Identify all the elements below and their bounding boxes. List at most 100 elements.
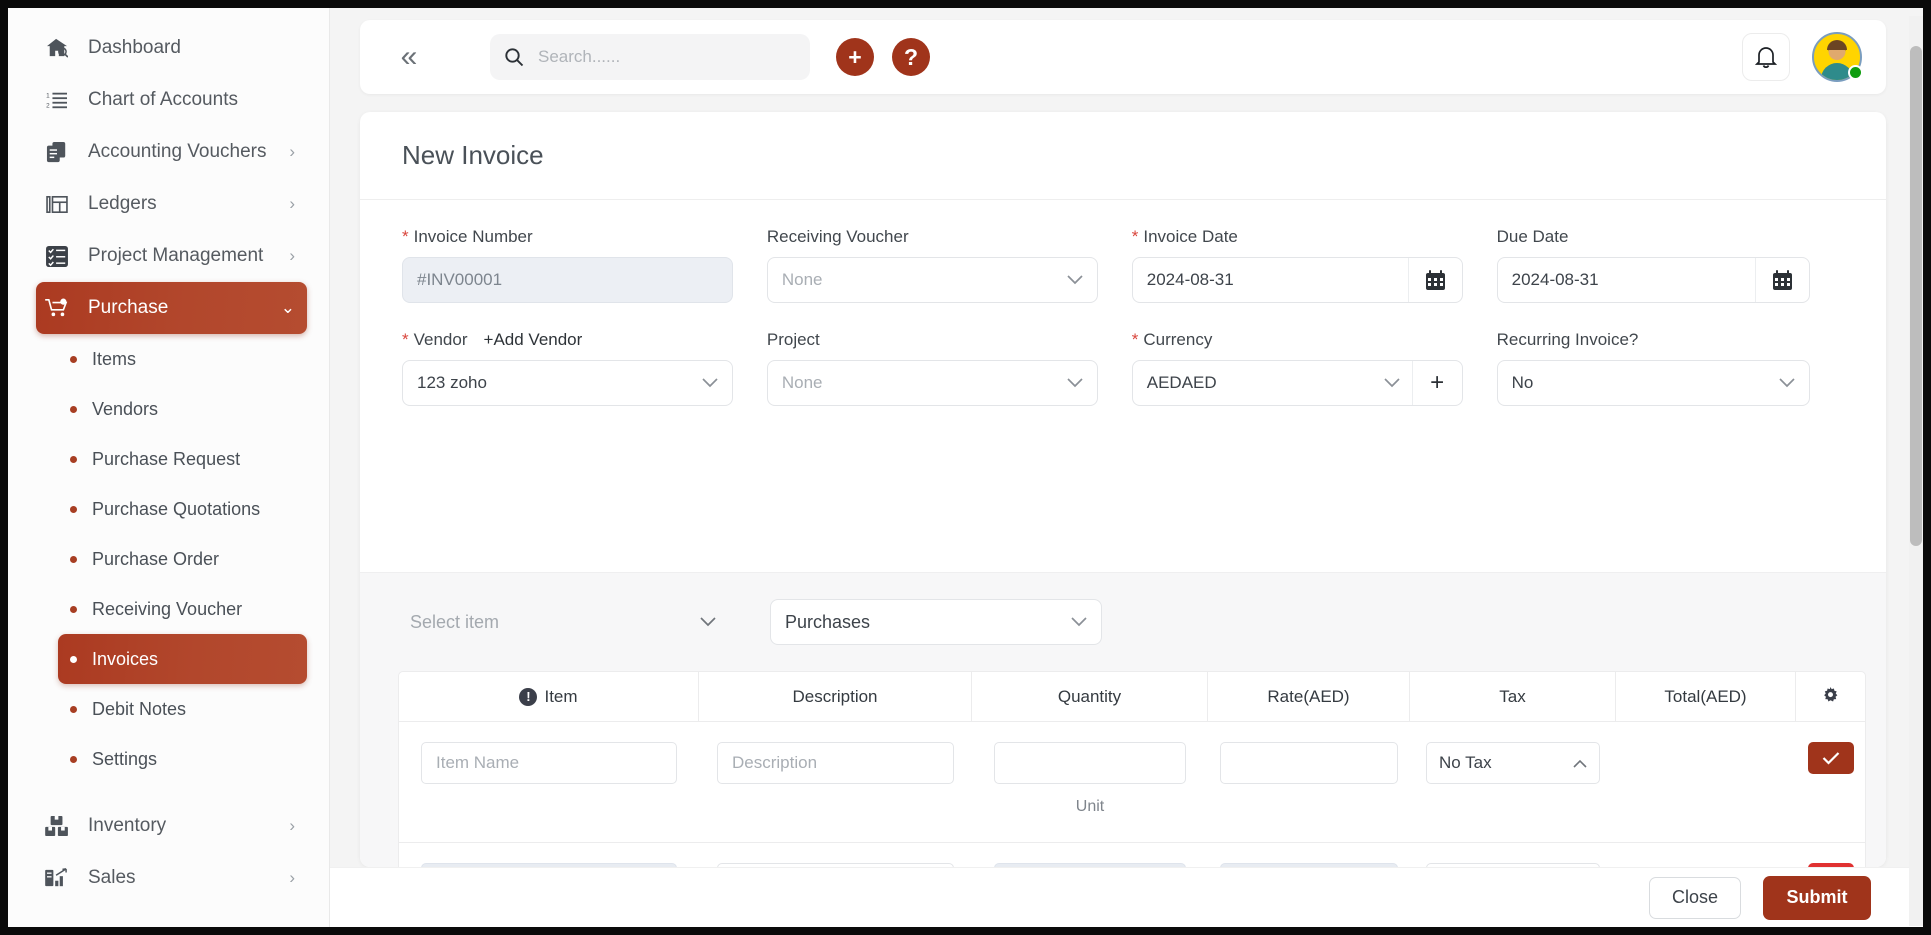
currency-select[interactable]: AED AED + bbox=[1131, 360, 1463, 406]
search-icon bbox=[504, 47, 524, 67]
row-item-cell: Item Name bbox=[399, 722, 699, 842]
due-date-value: 2024-08-31 bbox=[1511, 270, 1599, 289]
tax-select[interactable]: No Tax bbox=[1426, 742, 1600, 784]
boxes-icon bbox=[42, 813, 72, 839]
avatar-wrapper[interactable] bbox=[1790, 32, 1863, 82]
row-action-cell bbox=[1796, 843, 1865, 867]
receiving-voucher-select[interactable]: None bbox=[766, 257, 1098, 303]
notifications-button[interactable] bbox=[1742, 33, 1790, 81]
row-total-cell: AED9,171.00 bbox=[1616, 843, 1796, 867]
screen-root: Dashboard 1 2 Chart of Accounts Accounti… bbox=[0, 0, 1931, 935]
sidebar-item-label: Inventory bbox=[88, 815, 167, 836]
row-description-cell: Description bbox=[699, 722, 972, 842]
calendar-icon[interactable] bbox=[1754, 258, 1809, 302]
invoice-date-label: Invoice Date bbox=[1143, 227, 1238, 246]
sidebar-subitem-vendors[interactable]: Vendors bbox=[58, 384, 307, 434]
svg-text:1: 1 bbox=[46, 92, 50, 99]
scrollbar-thumb[interactable] bbox=[1910, 46, 1922, 546]
due-date-label-wrap: Due Date bbox=[1497, 226, 1810, 248]
sidebar-item-accounting-vouchers[interactable]: Accounting Vouchers › bbox=[36, 126, 307, 178]
add-currency-button[interactable]: + bbox=[1411, 361, 1462, 405]
rate-input[interactable] bbox=[1220, 742, 1398, 784]
currency-sub-value: AED bbox=[1181, 373, 1217, 392]
sidebar-item-label: Sales bbox=[88, 867, 136, 888]
description-input[interactable]: Description bbox=[717, 742, 954, 784]
field-due-date: Due Date 2024-08-31 bbox=[1496, 226, 1810, 303]
bullet-dot-icon bbox=[70, 605, 77, 613]
sidebar-subitem-purchase-order[interactable]: Purchase Order bbox=[58, 534, 307, 584]
help-button[interactable]: ? bbox=[892, 38, 930, 76]
invoice-number-label-wrap: * Invoice Number bbox=[402, 226, 733, 248]
table-row: Keyboard Description 3 bbox=[399, 842, 1865, 867]
sidebar-item-sales[interactable]: Sales › bbox=[36, 852, 307, 904]
sidebar-subitem-receiving-voucher[interactable]: Receiving Voucher bbox=[58, 584, 307, 634]
sidebar-item-ledgers[interactable]: Ledgers › bbox=[36, 178, 307, 230]
new-invoice-card: New Invoice * Invoice Number #INV00001 R… bbox=[360, 112, 1886, 867]
account-type-select[interactable]: Purchases bbox=[770, 599, 1102, 645]
sidebar-item-inventory[interactable]: Inventory › bbox=[36, 800, 307, 852]
sidebar-item-label: Chart of Accounts bbox=[88, 89, 238, 110]
online-status-dot bbox=[1848, 65, 1863, 80]
sidebar-subitem-purchase-quotations[interactable]: Purchase Quotations bbox=[58, 484, 307, 534]
avatar-hair bbox=[1827, 40, 1847, 50]
confirm-row-button[interactable] bbox=[1807, 742, 1854, 774]
add-new-button[interactable]: + bbox=[836, 38, 874, 76]
invoice-number-input[interactable]: #INV00001 bbox=[402, 257, 733, 303]
chevron-right-icon: › bbox=[289, 142, 295, 161]
bullet-dot-icon bbox=[70, 505, 77, 513]
row-total-cell bbox=[1616, 722, 1796, 842]
sidebar-item-chart-of-accounts[interactable]: 1 2 Chart of Accounts bbox=[36, 74, 307, 126]
home-search-icon bbox=[42, 35, 72, 61]
item-name-input[interactable]: Item Name bbox=[421, 742, 677, 784]
item-name-placeholder: Item Name bbox=[436, 753, 520, 772]
required-asterisk: * bbox=[1131, 227, 1139, 246]
project-select[interactable]: None bbox=[766, 360, 1098, 406]
close-button[interactable]: Close bbox=[1649, 876, 1741, 919]
svg-text:2: 2 bbox=[46, 102, 50, 109]
bullet-dot-icon bbox=[70, 405, 77, 413]
vertical-scrollbar[interactable] bbox=[1909, 16, 1923, 926]
recurring-select[interactable]: No bbox=[1496, 360, 1810, 406]
project-value: None bbox=[781, 373, 823, 392]
description-placeholder: Description bbox=[732, 753, 818, 772]
gear-icon bbox=[1821, 687, 1840, 706]
sidebar-subitem-label: Settings bbox=[92, 748, 158, 769]
sidebar-item-project-management[interactable]: Project Management › bbox=[36, 230, 307, 282]
column-settings-button[interactable] bbox=[1796, 672, 1865, 721]
form-row-2: * Vendor +Add Vendor 123 zoho Project No… bbox=[402, 329, 1844, 406]
vendor-select[interactable]: 123 zoho bbox=[402, 360, 733, 406]
chevron-down-icon bbox=[702, 378, 718, 388]
column-header-tax: Tax bbox=[1410, 672, 1616, 721]
main-content: « + ? bbox=[330, 8, 1923, 927]
shopping-cart-icon bbox=[42, 295, 72, 321]
sidebar-subitem-label: Debit Notes bbox=[92, 698, 187, 719]
column-header-quantity: Quantity bbox=[972, 672, 1208, 721]
documents-icon bbox=[42, 139, 72, 165]
top-bar: « + ? bbox=[360, 20, 1886, 94]
sidebar-subitem-purchase-request[interactable]: Purchase Request bbox=[58, 434, 307, 484]
sidebar-subitem-settings[interactable]: Settings bbox=[58, 734, 307, 784]
sidebar-item-dashboard[interactable]: Dashboard bbox=[36, 22, 307, 74]
search-input[interactable] bbox=[536, 46, 796, 68]
submit-button[interactable]: Submit bbox=[1763, 875, 1871, 920]
table-row: Item Name Description Unit No Tax bbox=[399, 722, 1865, 842]
chevron-right-icon: › bbox=[289, 194, 295, 213]
due-date-input[interactable]: 2024-08-31 bbox=[1496, 257, 1810, 303]
sidebar-subitem-label: Purchase Request bbox=[92, 448, 241, 469]
ledger-book-icon bbox=[42, 191, 72, 217]
select-item-dropdown[interactable]: Select item bbox=[398, 600, 728, 644]
calendar-icon[interactable] bbox=[1407, 258, 1462, 302]
invoice-date-input[interactable]: 2024-08-31 bbox=[1131, 257, 1463, 303]
form-footer: Close Submit bbox=[330, 867, 1923, 927]
field-invoice-number: * Invoice Number #INV00001 bbox=[402, 226, 733, 303]
sidebar-subitem-debit-notes[interactable]: Debit Notes bbox=[58, 684, 307, 734]
search-box[interactable] bbox=[490, 34, 810, 80]
add-vendor-link[interactable]: +Add Vendor bbox=[484, 330, 583, 350]
sidebar-subitem-invoices[interactable]: Invoices bbox=[58, 634, 307, 684]
app-viewport: Dashboard 1 2 Chart of Accounts Accounti… bbox=[8, 8, 1923, 927]
sidebar-subitem-items[interactable]: Items bbox=[58, 334, 307, 384]
chevron-down-icon bbox=[1067, 275, 1083, 285]
sidebar-collapse-button[interactable]: « bbox=[388, 36, 430, 78]
sidebar-item-purchase[interactable]: Purchase ⌄ bbox=[36, 282, 307, 334]
quantity-input[interactable] bbox=[994, 742, 1186, 784]
